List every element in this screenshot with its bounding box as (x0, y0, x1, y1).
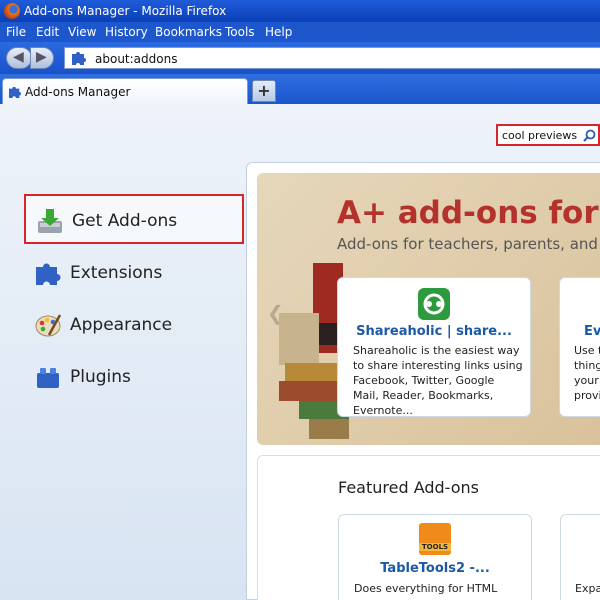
category-appearance[interactable]: Appearance (24, 300, 244, 350)
puzzle-piece-icon (72, 52, 86, 65)
back-button[interactable]: ◀ (6, 47, 32, 69)
featured-title: Featured Add-ons (338, 478, 480, 497)
tab-bar: Add-ons Manager + (0, 74, 600, 106)
addon-name-link[interactable]: Shareaholic | share... (338, 324, 530, 339)
plugin-block-icon (37, 368, 59, 388)
menu-history[interactable]: History (105, 25, 148, 39)
addon-description: Does everything for HTML (354, 582, 498, 595)
category-get-addons[interactable]: Get Add-ons (24, 194, 244, 244)
spotlight-title: A+ add-ons for (337, 195, 599, 231)
title-bar: Add-ons Manager - Mozilla Firefox (0, 0, 600, 22)
back-arrow-icon: ◀ (13, 49, 24, 65)
category-label: Plugins (70, 367, 131, 387)
forward-arrow-icon: ▶ (36, 49, 47, 65)
navigation-bar: ◀ ▶ about:addons (0, 42, 600, 74)
spotlight-addon-card[interactable]: Ev Use t thing your provi (559, 277, 600, 417)
forward-button[interactable]: ▶ (30, 47, 54, 69)
addon-description: Expa (575, 582, 600, 595)
featured-addon-card[interactable]: TOOLS TableTools2 -... Does everything f… (338, 514, 532, 600)
menu-edit[interactable]: Edit (36, 25, 59, 39)
spotlight-subtitle: Add-ons for teachers, parents, and st (337, 235, 600, 253)
search-icon[interactable] (583, 129, 596, 142)
search-value: cool previews (502, 129, 578, 142)
url-text: about:addons (95, 52, 178, 66)
menu-bookmarks[interactable]: Bookmarks (155, 25, 222, 39)
tabletools-icon-text: TOOLS (419, 543, 451, 551)
shareaholic-icon (418, 288, 450, 320)
spotlight-addon-card[interactable]: Shareaholic | share... Shareaholic is th… (337, 277, 531, 417)
menu-bar: File Edit View History Bookmarks Tools H… (0, 22, 600, 42)
tabletools-icon: TOOLS (419, 523, 451, 555)
category-label: Get Add-ons (72, 211, 178, 231)
category-label: Appearance (70, 315, 173, 335)
discover-panel: A+ add-ons for Add-ons for teachers, par… (246, 162, 600, 600)
palette-icon (35, 314, 62, 337)
download-icon (38, 209, 62, 233)
menu-help[interactable]: Help (265, 25, 292, 39)
tab-addons-manager[interactable]: Add-ons Manager (2, 78, 248, 106)
menu-file[interactable]: File (6, 25, 26, 39)
addon-description: Shareaholic is the easiest way to share … (353, 344, 523, 417)
spotlight-banner: A+ add-ons for Add-ons for teachers, par… (257, 173, 600, 445)
addon-name-link[interactable]: TableTools2 -... (339, 561, 531, 576)
new-tab-button[interactable]: + (252, 80, 276, 102)
puzzle-piece-icon (36, 263, 61, 285)
puzzle-piece-icon (9, 86, 21, 98)
category-extensions[interactable]: Extensions (24, 248, 244, 298)
addon-description: Use t thing your provi (574, 344, 600, 402)
featured-addon-card[interactable]: Expa (560, 514, 600, 600)
tab-label: Add-ons Manager (25, 85, 131, 99)
url-bar[interactable]: about:addons (64, 47, 600, 69)
window-title: Add-ons Manager - Mozilla Firefox (24, 4, 227, 18)
firefox-logo-icon (4, 3, 20, 19)
menu-tools[interactable]: Tools (225, 25, 255, 39)
addon-name-link[interactable]: Ev (584, 324, 600, 339)
category-plugins[interactable]: Plugins (24, 352, 244, 402)
search-input[interactable]: cool previews (496, 124, 600, 146)
category-label: Extensions (70, 263, 163, 283)
menu-view[interactable]: View (68, 25, 96, 39)
featured-addons-section: Featured Add-ons TOOLS TableTools2 -... … (257, 455, 600, 600)
addons-manager-content: cool previews Get Add-ons Extensions App… (0, 104, 600, 600)
